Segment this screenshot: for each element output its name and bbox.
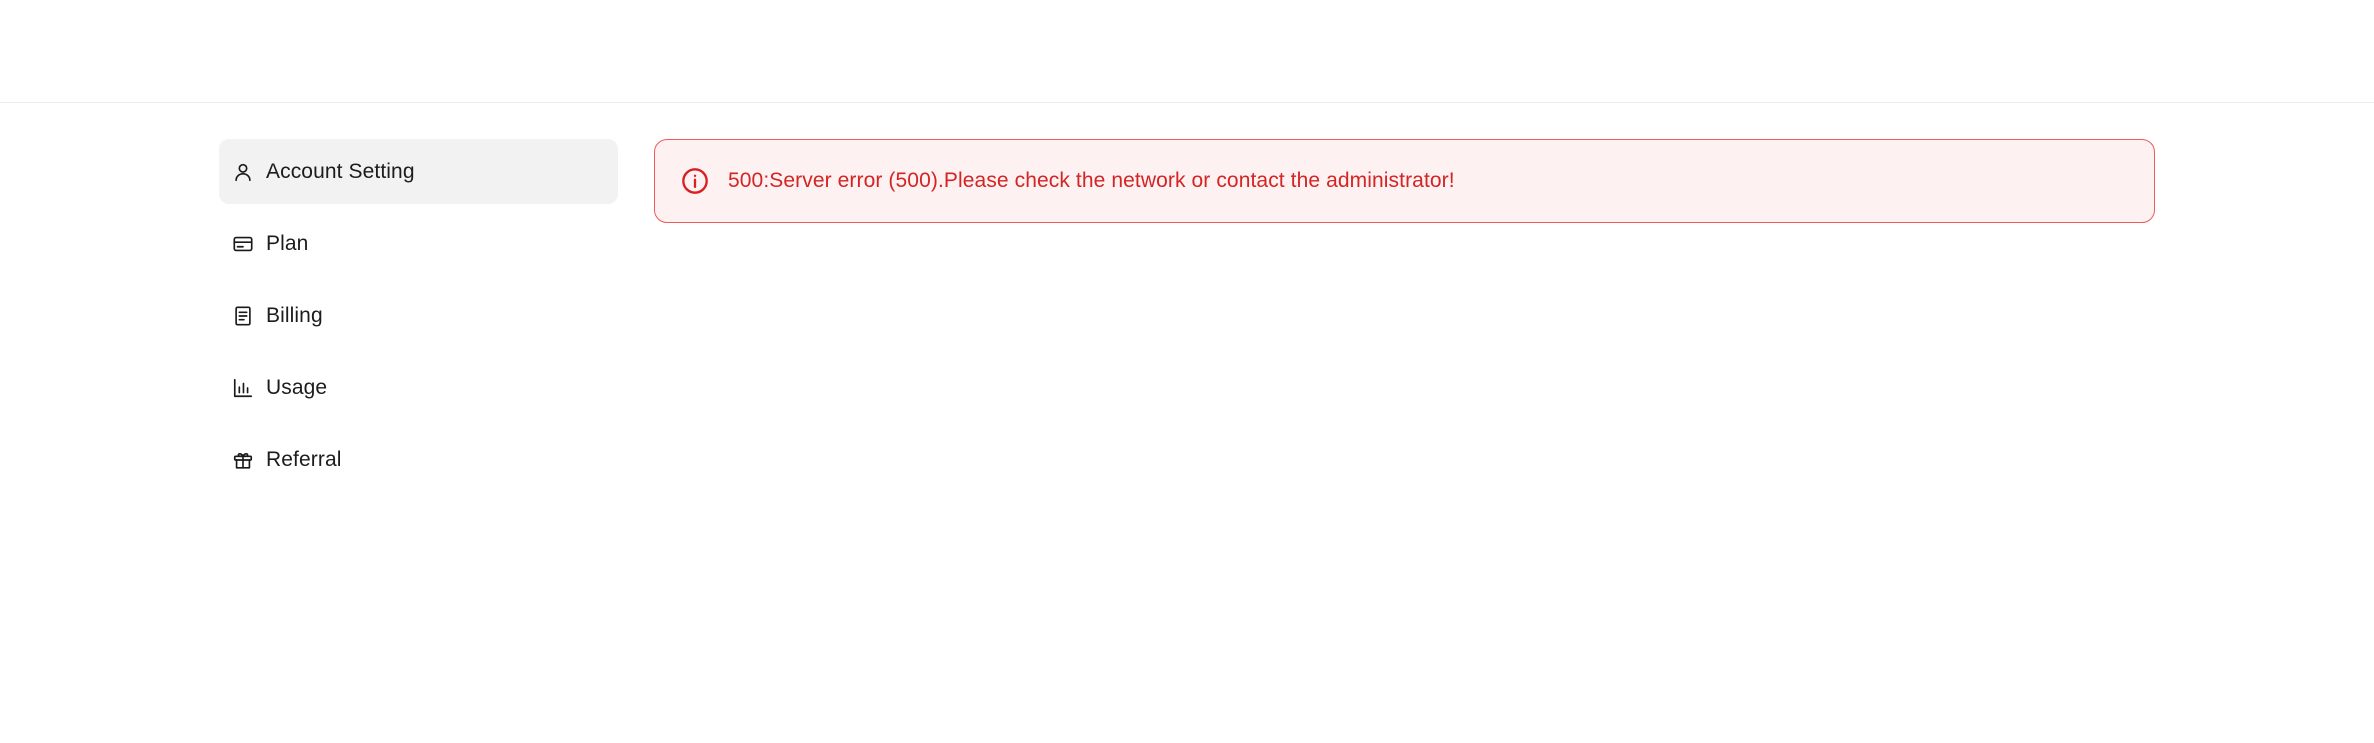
sidebar-item-label: Billing xyxy=(266,303,323,327)
info-circle-icon xyxy=(680,166,710,196)
sidebar-item-plan[interactable]: Plan xyxy=(219,211,618,276)
sidebar-item-label: Plan xyxy=(266,231,309,255)
sidebar-item-billing[interactable]: Billing xyxy=(219,283,618,348)
bar-chart-icon xyxy=(231,376,255,400)
error-message: 500:Server error (500).Please check the … xyxy=(728,169,1455,192)
error-alert: 500:Server error (500).Please check the … xyxy=(654,139,2155,223)
settings-sidebar: Account Setting Plan Billing Usage Refer… xyxy=(219,139,618,499)
credit-card-icon xyxy=(231,232,255,256)
top-header-bar xyxy=(0,0,2374,103)
sidebar-item-label: Usage xyxy=(266,375,328,399)
sidebar-item-label: Referral xyxy=(266,447,342,471)
user-icon xyxy=(231,160,255,184)
gift-icon xyxy=(231,448,255,472)
sidebar-item-account-setting[interactable]: Account Setting xyxy=(219,139,618,204)
sidebar-item-referral[interactable]: Referral xyxy=(219,427,618,492)
sidebar-item-label: Account Setting xyxy=(266,159,415,183)
sidebar-item-usage[interactable]: Usage xyxy=(219,355,618,420)
receipt-icon xyxy=(231,304,255,328)
